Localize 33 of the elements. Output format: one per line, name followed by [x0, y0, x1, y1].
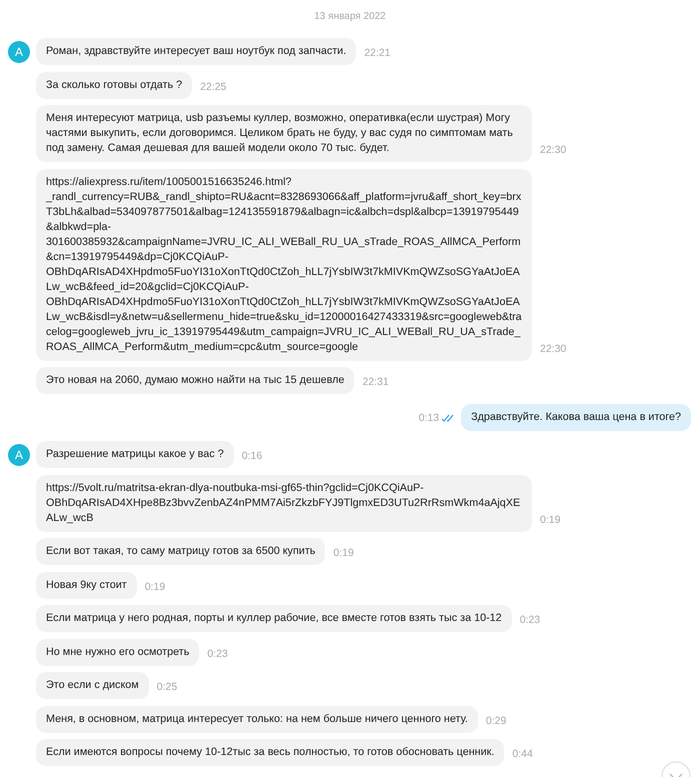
- message-bubble: Это если с диском: [36, 672, 149, 699]
- message-bubble: Это новая на 2060, думаю можно найти на тыс 15 дешевле: [36, 367, 354, 394]
- message-bubble: Новая 9ку стоит: [36, 572, 137, 598]
- message-time: 22:21: [364, 47, 390, 59]
- message-time: 22:31: [362, 376, 389, 388]
- message-time: 0:25: [156, 681, 178, 693]
- message-bubble: Если вот такая, то саму матрицу готов за 6500 купить: [36, 538, 326, 565]
- message-bubble: Здравствуйте. Какова ваша цена в итоге?: [461, 404, 691, 431]
- message-bubble: https://5volt.ru/matritsa-ekran-dlya-noutbuka-msi-gf65-thin?gclid=Cj0KCQiAuP-OBhDqARIsAD4XHpe8Bz3bvvZenbAZ4nPMM7Ai5rZkzbFYJ9TlgmxED3UTu2RrRsmWkm4aAjqXEALw_wcB: [36, 474, 532, 532]
- message-time: 22:30: [540, 342, 566, 354]
- message-bubble: Разрешение матрицы какое у вас ?: [36, 441, 234, 468]
- message-time: 22:25: [200, 80, 226, 92]
- avatar[interactable]: А: [8, 444, 30, 466]
- message-bubble: За сколько готовы отдать ?: [36, 72, 192, 98]
- message-time: 0:19: [144, 580, 166, 592]
- message-bubble: Меня интересуют матрица, usb разъемы куллер, возможно, оперативка(если шустрая) Могу частями выкупить, если договоримся. Целиком брать не буду, у вас судя по симптомам мать под замену. Самая дешевая для вашей модели около 70 тыс. будет.: [36, 105, 532, 162]
- message-time: 22:30: [540, 144, 566, 156]
- message-time: 0:16: [242, 450, 262, 462]
- message-bubble: Если имеются вопросы почему 10-12тыс за весь полностью, то готов обосновать ценник.: [36, 739, 504, 766]
- message-bubble: https://aliexpress.ru/item/1005001516635246.html?_randl_currency=RUB&_randl_shipto=RU&acnt=8328693066&aff_platform=jvru&aff_short_key=brxT3bLh&albad=534097877501&albag=124135591879&albagn=ic&albch=dspl&albcp=13919795449&albkwd=pla-301600385932&campaignName=JVRU_IC_ALI_WEBall_RU_UA_sTrade_ROAS_AllMCA_Perform&cn=13919795449&dp=Cj0KCQiAuP-OBhDqARIsAD4XHpdmo5FuoYI31oXonTtQd0CtZoh_hLL7jYsbIW3t7kMIVKmQWZsoSGYaAtJoEALw_wcB&feed_id=20&gclid=Cj0KCQiAuP-OBhDqARIsAD4XHpdmo5FuoYI31oXonTtQd0CtZoh_hLL7jYsbIW3t7kMIVKmQWZsoSGYaAtJoEALw_wcB&isdl=y&netw=u&sellermenu_hide=true&sku_id=12000016427433319&src=googleweb&tracelog=googleweb_jvru_ic_13919795449&utm_campaign=JVRU_IC_ALI_WEBall_RU_UA_sTrade_ROAS_AllMCA_Perform&utm_medium=cpc&utm_source=google: [36, 168, 532, 360]
- avatar[interactable]: А: [8, 40, 30, 62]
- message-time: 0:44: [512, 748, 533, 760]
- message-time: 0:23: [207, 648, 228, 660]
- message-time: 0:23: [520, 614, 540, 626]
- date-separator: 13 января 2022: [314, 11, 386, 22]
- message-time: 0:19: [333, 547, 354, 559]
- message-bubble: Если матрица у него родная, порты и куллер рабочие, все вместе готов взять тыс за 10-12: [36, 605, 512, 632]
- message-time: 0:29: [486, 714, 506, 726]
- message-bubble: Но мне нужно его осмотреть: [36, 638, 200, 666]
- message-bubble: Меня, в основном, матрица интересует только: на нем больше ничего ценного нету.: [36, 706, 478, 732]
- message-bubble: Роман, здравствуйте интересует ваш ноутбук под запчасти.: [36, 38, 356, 65]
- message-time: 0:19: [540, 514, 560, 526]
- message-time: 0:13: [418, 412, 440, 424]
